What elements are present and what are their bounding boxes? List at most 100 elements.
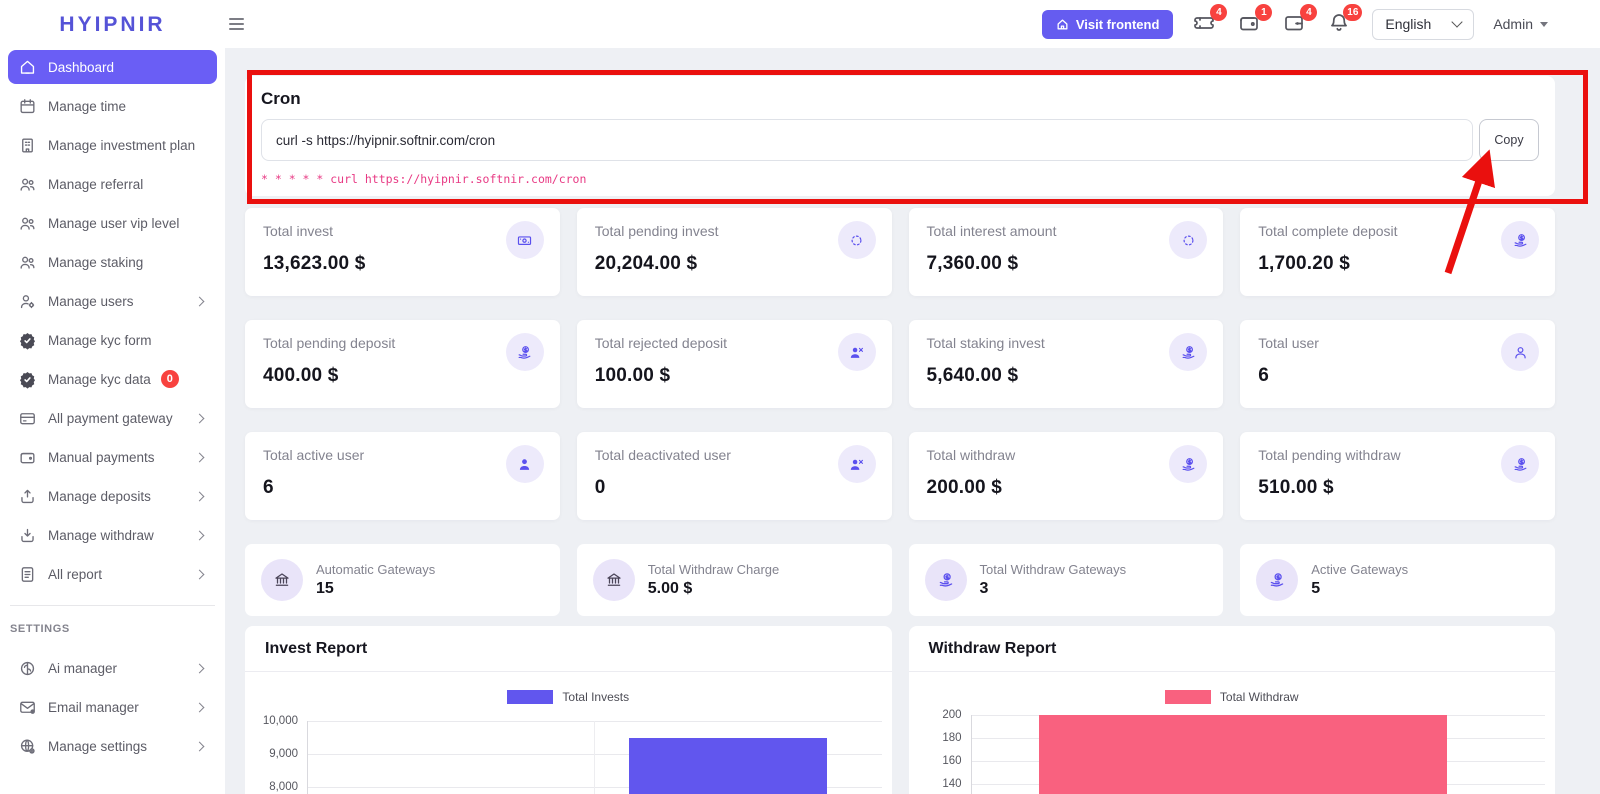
stat-card-total-active-user: Total active user 6 [245,432,560,520]
sidebar-item-dashboard[interactable]: Dashboard [8,50,217,84]
stat-card-total-rejected-deposit: Total rejected deposit 100.00 $ [576,320,892,408]
legend-label: Total Withdraw [1219,690,1299,704]
y-axis-tick-label: 140 [942,778,962,790]
bank-icon [261,559,303,601]
sidebar-item-label: Manage settings [48,738,148,754]
sidebar-divider [10,605,215,606]
gateway-label: Active Gateways [1311,562,1409,577]
cron-schedule-text: * * * * * curl https://hyipnir.softnir.c… [261,172,587,186]
sidebar-item-manage-staking[interactable]: Manage staking [8,245,217,279]
gateway-card-automatic-gateways: Automatic Gateways 15 [245,544,560,616]
sidebar-item-manage-deposits[interactable]: Manage deposits [8,479,217,513]
withdraw-badge: 4 [1300,4,1318,21]
ticket-badge: 4 [1210,4,1228,21]
sidebar-settings-menu: Ai manager Email manager Manage settings [8,651,217,763]
sidebar-item-manage-withdraw[interactable]: Manage withdraw [8,518,217,552]
withdraw-wallet-icon-button[interactable]: 4 [1282,4,1318,37]
stat-card-total-pending-invest: Total pending invest 20,204.00 $ [576,208,892,296]
gridline-vertical [594,721,596,794]
stat-label: Total pending deposit [263,335,396,351]
sidebar-item-manage-kyc-form[interactable]: Manage kyc form [8,323,217,357]
deposit-wallet-icon-button[interactable]: 1 [1237,4,1273,37]
legend-label: Total Invests [562,690,630,704]
sidebar-item-label: All report [48,566,103,582]
cron-title: Cron [261,89,301,108]
brand-logo[interactable]: HYIPNIR [8,0,217,50]
gateway-cards-row: Automatic Gateways 15 Total Withdraw Charg… [245,544,1555,616]
hand-dollar-icon [1501,445,1539,483]
stat-label: Total staking invest [926,335,1045,351]
sidebar-item-all-payment-gateway[interactable]: All payment gateway [8,401,217,435]
settings-section-label: SETTINGS [10,623,70,635]
chart-plot-area: 200 180 160 140 [942,709,1545,794]
stat-cards-row: Total invest 13,623.00 $ Total pending inv… [245,208,1555,296]
sidebar-item-label: Manage staking [48,254,144,270]
gateway-value: 15 [316,580,334,597]
chart-legend: Total Withdraw [909,690,1556,704]
stat-label: Total invest [263,223,334,239]
sidebar-item-ai-manager[interactable]: Ai manager [8,651,217,685]
stat-value: 100.00 $ [594,365,671,386]
copy-button[interactable]: Copy [1479,119,1539,161]
legend-swatch [507,690,554,704]
cron-command-input[interactable] [261,119,1473,161]
chevron-right-icon [194,296,205,306]
stat-value: 20,204.00 $ [594,253,698,274]
withdraw-report-title: Withdraw Report [908,626,1555,672]
hamburger-menu-icon[interactable] [229,15,244,33]
charts-row: Invest Report Total Invests 10,000 9,000 8,… [245,626,1555,794]
sidebar-item-label: Manage deposits [48,488,151,504]
admin-menu[interactable]: Admin [1493,16,1548,32]
withdraw-icon [18,526,37,545]
gateway-value: 3 [979,580,989,597]
cron-card: Cron Copy * * * * * curl https://hyipnir… [245,76,1555,196]
top-header: Visit frontend 4 1 4 16 English Admin [0,0,1600,48]
stat-card-total-invest: Total invest 13,623.00 $ [245,208,560,296]
user-x-icon [837,445,876,483]
chevron-right-icon [194,569,205,579]
chevron-right-icon [194,663,205,673]
sidebar-item-label: Manage investment plan [48,137,196,153]
sidebar-item-manual-payments[interactable]: Manual payments [8,440,217,474]
sidebar-item-manage-referral[interactable]: Manage referral [8,167,217,201]
sidebar-item-manage-users[interactable]: Manage users [8,284,217,318]
home-icon [18,58,37,77]
language-value: English [1385,16,1432,32]
sidebar-item-label: All payment gateway [48,410,173,426]
credit-card-icon [18,409,37,428]
sidebar-menu: Dashboard Manage time Manage investment pl… [8,50,217,591]
mail-gear-icon [18,698,37,717]
ticket-icon-button[interactable]: 4 [1192,4,1228,37]
sidebar-item-label: Manage users [48,293,134,309]
sidebar-item-manage-settings[interactable]: Manage settings [8,729,217,763]
badge-check-icon [18,370,37,389]
notification-bell-button[interactable]: 16 [1327,4,1363,37]
sidebar-item-manage-investment-plan[interactable]: Manage investment plan [8,128,217,162]
sidebar-item-manage-kyc-data[interactable]: Manage kyc data 0 [8,362,217,396]
y-axis-line [307,721,308,794]
withdraw-report-chart: Total Withdraw 200 180 160 140 [909,672,1556,794]
chevron-down-icon [1451,16,1463,28]
chevron-right-icon [194,452,205,462]
stat-card-total-pending-deposit: Total pending deposit 400.00 $ [245,320,560,408]
sidebar-item-email-manager[interactable]: Email manager [8,690,217,724]
language-select[interactable]: English [1372,8,1475,40]
sidebar-item-all-report[interactable]: All report [8,557,217,591]
sidebar-item-label: Manage user vip level [48,215,180,231]
chart-legend: Total Invests [245,690,892,704]
user-icon [1501,333,1539,371]
y-axis-tick-label: 10,000 [262,715,298,727]
chevron-right-icon [194,491,205,501]
user-gear-icon [18,292,37,311]
visit-frontend-label: Visit frontend [1075,16,1160,32]
invest-report-title: Invest Report [245,626,892,672]
sidebar-item-manage-user-vip-level[interactable]: Manage user vip level [8,206,217,240]
stat-value: 400.00 $ [263,365,339,386]
stat-label: Total pending invest [594,223,719,239]
hand-dollar-icon [1169,333,1208,371]
visit-frontend-button[interactable]: Visit frontend [1041,9,1174,39]
withdraw-report-card: Withdraw Report Total Withdraw 200 180 160 1… [908,626,1556,794]
users-icon [18,175,37,194]
sidebar-item-manage-time[interactable]: Manage time [8,89,217,123]
chevron-right-icon [194,702,205,712]
